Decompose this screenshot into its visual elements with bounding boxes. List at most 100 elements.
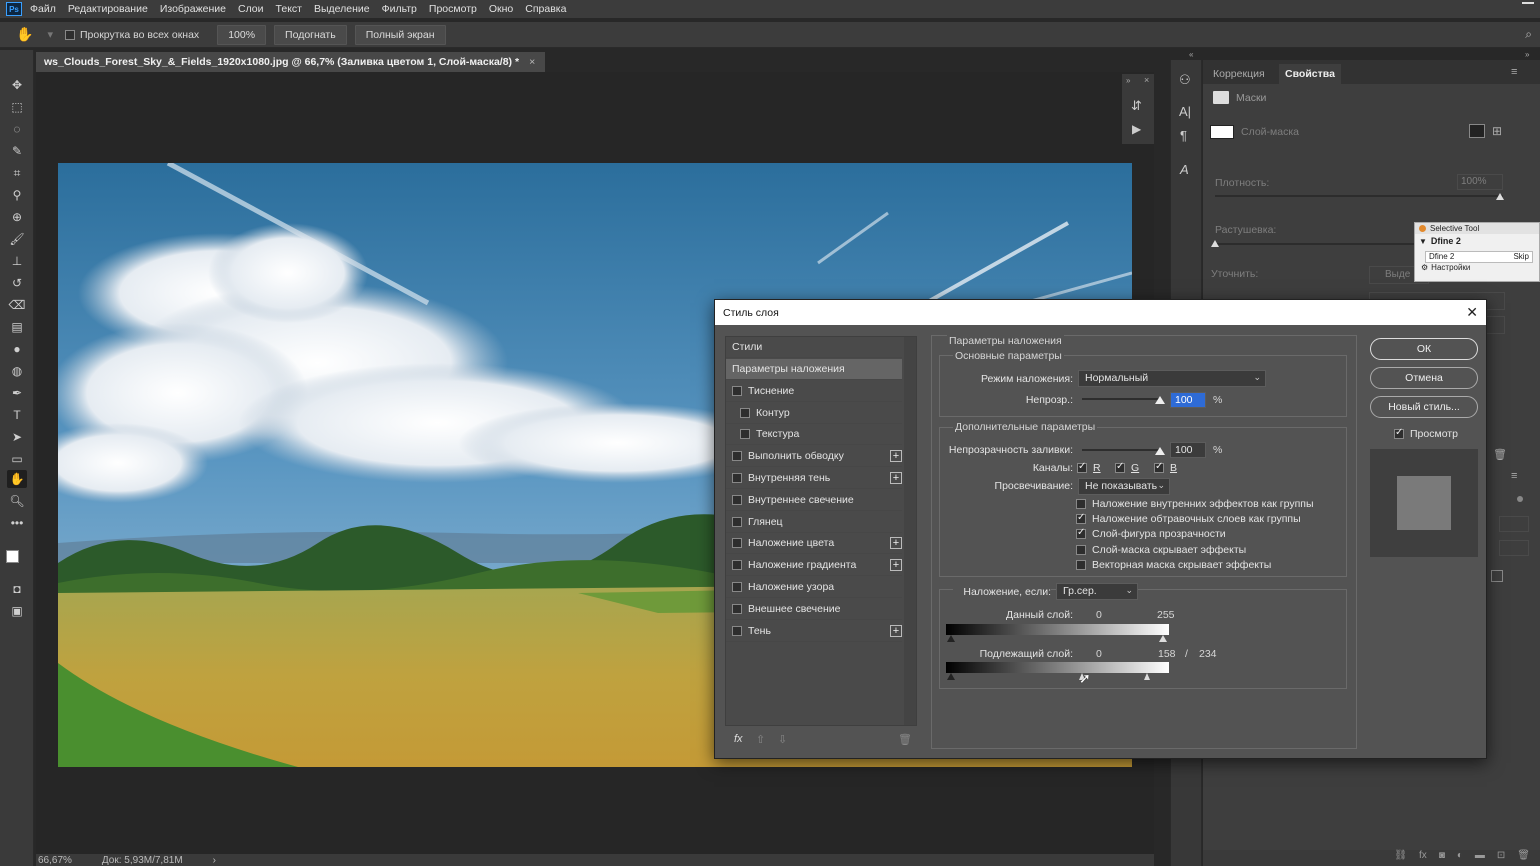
- feather-slider-thumb[interactable]: [1211, 240, 1219, 247]
- style-item-2[interactable]: Контур: [726, 403, 902, 424]
- dialog-close-icon[interactable]: ✕: [1466, 304, 1478, 321]
- history-panel-icon[interactable]: ⇵: [1131, 98, 1142, 114]
- history-brush-tool-icon[interactable]: ↺: [7, 274, 27, 292]
- delete-effect-icon[interactable]: 🗑: [898, 733, 912, 746]
- expand-triangle-icon[interactable]: ▼: [1419, 237, 1427, 246]
- channel-r-option[interactable]: R: [1077, 461, 1101, 474]
- knockout-select[interactable]: Не показывать ⌄: [1078, 478, 1170, 495]
- settings-icon[interactable]: ⚙: [1421, 263, 1428, 272]
- quick-mask-icon[interactable]: ◘: [7, 580, 27, 598]
- eyedropper-tool-icon[interactable]: ⚲: [7, 186, 27, 204]
- zoom-tool-icon[interactable]: 🔍︎: [7, 492, 27, 510]
- opacity-slider-track[interactable]: [1082, 398, 1160, 400]
- style-checkbox[interactable]: [732, 473, 742, 483]
- add-fx-icon[interactable]: fx: [1419, 850, 1427, 866]
- search-icon[interactable]: ⌕: [1525, 27, 1532, 42]
- menu-select[interactable]: Выделение: [314, 3, 370, 15]
- menu-window[interactable]: Окно: [489, 3, 513, 15]
- fill-opacity-slider-thumb[interactable]: [1155, 447, 1165, 455]
- preview-checkbox[interactable]: [1394, 427, 1404, 439]
- styles-scrollbar[interactable]: [904, 337, 916, 725]
- underlying-black-thumb[interactable]: [947, 673, 955, 680]
- advanced-option-checkbox[interactable]: [1076, 544, 1086, 555]
- new-group-icon[interactable]: ▬: [1475, 850, 1485, 866]
- add-effect-icon[interactable]: +: [890, 559, 902, 572]
- style-item-9[interactable]: Наложение градиента +: [726, 555, 902, 577]
- layers-opacity-field[interactable]: [1499, 516, 1529, 532]
- blend-if-select[interactable]: Гр.сер. ⌄: [1056, 583, 1138, 600]
- style-item-3[interactable]: Текстура: [726, 424, 902, 446]
- document-tab[interactable]: ws_Clouds_Forest_Sky_&_Fields_1920x1080.…: [36, 52, 546, 72]
- window-minimize-icon[interactable]: [1522, 2, 1534, 4]
- adjustment-layer-icon[interactable]: ◐: [1457, 850, 1463, 866]
- menu-help[interactable]: Справка: [525, 3, 566, 15]
- style-checkbox[interactable]: [732, 385, 742, 396]
- style-item-7[interactable]: Глянец: [726, 512, 902, 533]
- style-item-10[interactable]: Наложение узора: [726, 577, 902, 598]
- density-slider-thumb[interactable]: [1496, 193, 1504, 200]
- menu-filter[interactable]: Фильтр: [382, 3, 417, 15]
- add-effect-icon[interactable]: +: [890, 450, 902, 463]
- advanced-option-checkbox[interactable]: [1076, 512, 1086, 525]
- advanced-option-0[interactable]: Наложение внутренних эффектов как группы: [1076, 498, 1314, 510]
- settings-label[interactable]: Настройки: [1431, 263, 1470, 272]
- fx-menu-icon[interactable]: fx: [734, 733, 743, 745]
- link-layers-icon[interactable]: ⛓: [1394, 850, 1407, 866]
- add-effect-icon[interactable]: +: [890, 472, 902, 484]
- menu-text[interactable]: Текст: [276, 3, 302, 15]
- blur-tool-icon[interactable]: ●: [7, 340, 27, 358]
- gradient-tool-icon[interactable]: ▤: [7, 318, 27, 336]
- full-screen-button[interactable]: Полный экран: [354, 24, 446, 45]
- style-item-12[interactable]: Тень +: [726, 621, 902, 642]
- fill-opacity-input[interactable]: 100: [1170, 442, 1206, 458]
- menu-file[interactable]: Файл: [30, 3, 56, 15]
- feather-slider-track[interactable]: [1215, 243, 1415, 245]
- style-checkbox[interactable]: [732, 625, 742, 636]
- path-select-tool-icon[interactable]: ➤: [7, 428, 27, 446]
- advanced-option-checkbox[interactable]: [1076, 559, 1086, 570]
- dfine-brush-button[interactable]: Dfine 2: [1429, 252, 1454, 262]
- channel-r-checkbox[interactable]: [1077, 461, 1087, 473]
- style-checkbox[interactable]: [732, 516, 742, 527]
- panel-menu-icon[interactable]: ≡: [1511, 66, 1517, 78]
- style-checkbox[interactable]: [732, 494, 742, 505]
- new-layer-icon[interactable]: ⊡: [1497, 850, 1505, 866]
- add-mask-icon[interactable]: ◙: [1439, 850, 1445, 866]
- select-vector-mask-icon[interactable]: ⊞: [1492, 124, 1502, 138]
- underlying-layer-gradient[interactable]: [946, 662, 1169, 673]
- style-item-5[interactable]: Внутренняя тень +: [726, 468, 902, 489]
- screen-mode-icon[interactable]: ▣: [7, 602, 27, 620]
- fit-screen-button[interactable]: Подогнать: [274, 24, 347, 45]
- move-tool-icon[interactable]: ✥: [7, 76, 27, 94]
- type-tool-icon[interactable]: T: [7, 406, 27, 424]
- selective-tool-item[interactable]: Dfine 2: [1431, 236, 1461, 246]
- this-layer-white-thumb[interactable]: [1159, 635, 1167, 642]
- tab-correction[interactable]: Коррекция: [1207, 64, 1271, 84]
- collapse-arrows-icon[interactable]: »: [1126, 76, 1130, 85]
- style-checkbox[interactable]: [732, 451, 742, 462]
- style-checkbox[interactable]: [732, 603, 742, 614]
- add-effect-icon[interactable]: +: [890, 537, 902, 550]
- zoom-100-button[interactable]: 100%: [217, 24, 267, 45]
- crop-tool-icon[interactable]: ⌗: [7, 164, 27, 182]
- density-value[interactable]: 100%: [1457, 174, 1503, 190]
- style-checkbox[interactable]: [732, 582, 742, 592]
- collapse-props-icon[interactable]: »: [1525, 50, 1529, 59]
- close-panel-icon[interactable]: ×: [1144, 75, 1149, 85]
- dropdown-arrow-icon[interactable]: ▾: [47, 28, 53, 41]
- channel-g-checkbox[interactable]: [1115, 461, 1125, 473]
- select-pixel-mask-icon[interactable]: [1469, 124, 1485, 138]
- hand-tool-active-icon[interactable]: ✋: [7, 470, 27, 488]
- style-item-8[interactable]: Наложение цвета +: [726, 533, 902, 555]
- advanced-option-4[interactable]: Векторная маска скрывает эффекты: [1076, 559, 1271, 571]
- actions-play-icon[interactable]: ▶: [1132, 122, 1141, 136]
- style-item-6[interactable]: Внутреннее свечение: [726, 490, 902, 511]
- delete-layer-icon[interactable]: 🗑: [1517, 850, 1530, 866]
- healing-brush-tool-icon[interactable]: ⊕: [7, 208, 27, 226]
- delete-mask-icon[interactable]: 🗑: [1493, 448, 1507, 461]
- cancel-button[interactable]: Отмена: [1370, 367, 1478, 389]
- this-layer-gradient[interactable]: [946, 624, 1169, 635]
- preview-option[interactable]: Просмотр: [1394, 427, 1458, 440]
- collapse-strip-icon[interactable]: «: [1189, 50, 1193, 59]
- layer-thumbnail-icon[interactable]: [1491, 570, 1503, 582]
